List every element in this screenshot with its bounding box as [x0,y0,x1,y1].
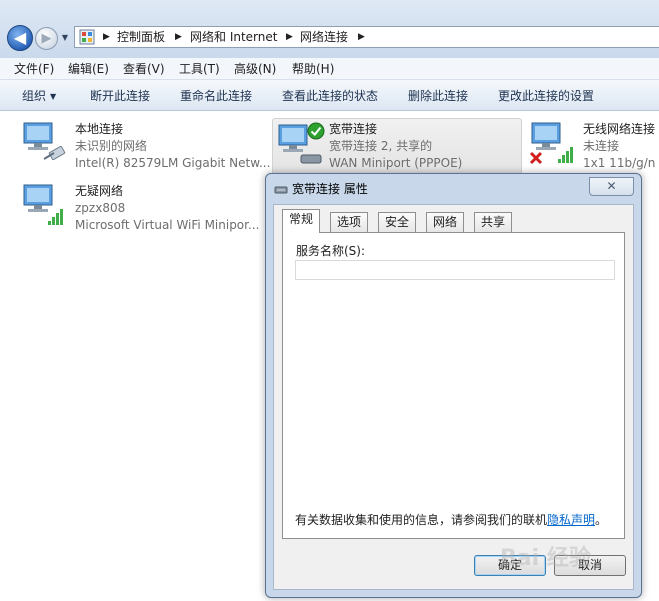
connected-check-icon [307,122,325,140]
tab-options[interactable]: 选项 [330,212,369,232]
organize-label: 组织 [22,89,47,103]
connection-status: zpzx808 [75,201,126,215]
general-tab-panel: 服务名称(S): 有关数据收集和使用的信息，请参阅我们的联机隐私声明。 [282,232,625,539]
menu-help[interactable]: 帮助(H) [292,61,334,77]
arrow-left-icon: ◀ [13,28,27,47]
network-computer-icon [529,122,573,165]
service-name-label: 服务名称(S): [296,244,366,258]
menu-advanced[interactable]: 高级(N) [234,61,276,77]
connection-device: WAN Miniport (PPPOE) [329,156,463,170]
connection-device: Microsoft Virtual WiFi Minipor... [75,218,260,232]
breadcrumb-network-connections[interactable]: 网络连接 [300,29,348,45]
connection-name: 宽带连接 [329,122,378,136]
chevron-down-icon: ▼ [50,92,57,101]
rename-button[interactable]: 重命名此连接 [180,88,252,104]
tab-sharing[interactable]: 共享 [474,212,513,232]
back-button[interactable]: ◀ [7,25,33,51]
connection-status: 未识别的网络 [75,139,148,153]
forward-button[interactable]: ▶ [35,27,58,50]
breadcrumb-separator-icon[interactable]: ▶ [286,29,293,45]
connection-status: 未连接 [583,139,620,153]
menu-view[interactable]: 查看(V) [123,61,165,77]
cancel-button[interactable]: 取消 [554,555,626,576]
close-button[interactable]: ✕ [589,177,634,196]
organize-button[interactable]: 组织 ▼ [22,88,56,105]
menu-tools[interactable]: 工具(T) [179,61,220,77]
connection-name: 本地连接 [75,122,124,136]
ok-button[interactable]: 确定 [474,555,546,576]
connection-item-virtual-wifi[interactable]: 无疑网络 zpzx808 Microsoft Virtual WiFi Mini… [20,181,270,241]
command-bar: 组织 ▼ 断开此连接 重命名此连接 查看此连接的状态 删除此连接 更改此连接的设置 [0,80,659,111]
connection-status: 宽带连接 2, 共享的 [329,139,433,153]
breadcrumb-separator-icon[interactable]: ▶ [358,29,365,45]
change-settings-button[interactable]: 更改此连接的设置 [498,88,594,104]
tab-security[interactable]: 安全 [378,212,417,232]
properties-dialog: 宽带连接 属性 ✕ 常规 选项 安全 网络 共享 服务名称(S): 有关数据收集… [265,173,642,598]
chevron-down-icon: ▼ [61,33,69,42]
dialog-title: 宽带连接 属性 [292,182,368,196]
connection-name: 无疑网络 [75,184,124,198]
control-panel-icon [79,29,95,45]
connection-item-broadband[interactable]: 宽带连接 宽带连接 2, 共享的 WAN Miniport (PPPOE) [272,118,522,178]
breadcrumb-separator-icon[interactable]: ▶ [103,29,110,45]
breadcrumb-control-panel[interactable]: 控制面板 [117,29,165,45]
delete-button[interactable]: 删除此连接 [408,88,468,104]
breadcrumb-separator-icon[interactable]: ▶ [175,29,182,45]
address-bar: ◀ ▶ ▼ ▶ 控制面板 ▶ 网络和 Internet ▶ 网络连接 ▶ [0,0,659,58]
privacy-end: 。 [595,513,608,527]
breadcrumb-network-internet[interactable]: 网络和 Internet [190,29,277,45]
tab-network[interactable]: 网络 [426,212,465,232]
connection-name: 无线网络连接 [583,122,656,136]
network-computer-icon [23,122,66,161]
dialog-body: 常规 选项 安全 网络 共享 服务名称(S): 有关数据收集和使用的信息，请参阅… [273,204,634,590]
breadcrumb[interactable]: ▶ 控制面板 ▶ 网络和 Internet ▶ 网络连接 ▶ [74,26,659,48]
connection-device: Intel(R) 82579LM Gigabit Netw... [75,156,270,170]
connection-item-wireless[interactable]: 无线网络连接 未连接 1x1 11b/g/n W [528,119,659,179]
close-icon: ✕ [606,179,617,193]
menu-bar: 文件(F) 编辑(E) 查看(V) 工具(T) 高级(N) 帮助(H) [0,58,659,80]
network-computer-icon [23,184,63,225]
connection-item-local[interactable]: 本地连接 未识别的网络 Intel(R) 82579LM Gigabit Net… [20,119,270,179]
menu-file[interactable]: 文件(F) [14,61,54,77]
arrow-right-icon: ▶ [41,31,52,46]
menu-edit[interactable]: 编辑(E) [68,61,109,77]
privacy-link[interactable]: 隐私声明 [547,513,595,527]
service-name-input[interactable] [295,260,615,280]
disconnect-button[interactable]: 断开此连接 [90,88,150,104]
connection-device: 1x1 11b/g/n W [583,156,659,170]
recent-pages-dropdown[interactable]: ▼ [60,31,70,45]
broadband-modem-icon [274,186,288,194]
privacy-text: 有关数据收集和使用的信息，请参阅我们的联机 [295,513,548,527]
privacy-statement: 有关数据收集和使用的信息，请参阅我们的联机隐私声明。 [295,512,607,528]
tab-general[interactable]: 常规 [282,209,321,233]
view-status-button[interactable]: 查看此连接的状态 [282,88,378,104]
